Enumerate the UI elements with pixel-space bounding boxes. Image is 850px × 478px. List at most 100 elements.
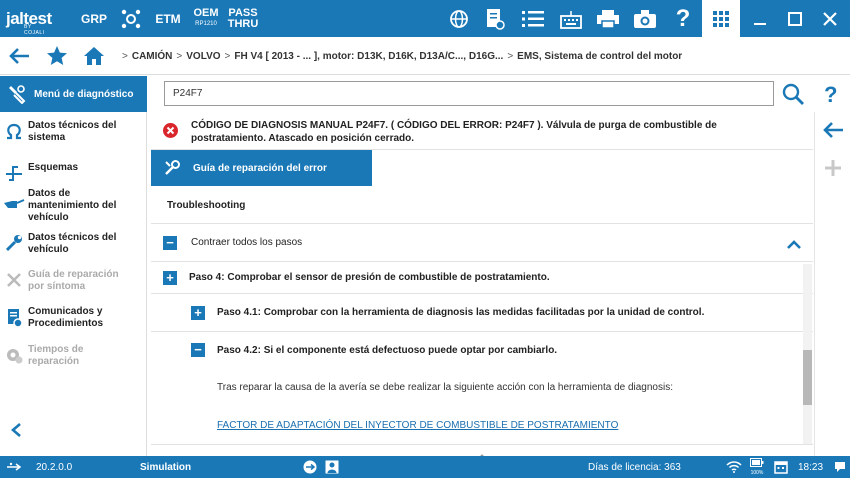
minimize-icon[interactable] (745, 0, 775, 37)
sidebar-item-communications[interactable]: Comunicados y Procedimientos (0, 306, 147, 330)
breadcrumb-item[interactable]: FH V4 [ 2013 - ... ], motor: D13K, D16K,… (234, 51, 503, 62)
step-4-row[interactable]: + Paso 4: Comprobar el sensor de presión… (151, 262, 813, 294)
step-4-2-body: Tras reparar la causa de la avería se de… (217, 382, 673, 393)
collapse-all-minus-icon[interactable]: − (163, 235, 177, 250)
teamviewer-icon[interactable] (303, 456, 317, 478)
battery-percent: 100% (750, 470, 764, 476)
wifi-icon (726, 456, 742, 478)
chevron-up-icon[interactable] (787, 236, 801, 254)
sidebar-item-repair-times[interactable]: Tiempos de reparación (0, 344, 147, 368)
top-toolbar: jaltest BY COJALI GRP ETM OEM RP1210 PAS… (0, 0, 850, 37)
pass-thru-button[interactable]: PASS THRU (227, 0, 259, 37)
oem-button[interactable]: OEM RP1210 (190, 0, 222, 37)
oem-sublabel: RP1210 (195, 20, 217, 27)
list-icon[interactable] (518, 0, 548, 37)
apps-grid-icon[interactable] (702, 0, 740, 37)
step-4-2-row[interactable]: − Paso 4.2: Si el componente está defect… (151, 332, 813, 368)
battery-icon (750, 458, 764, 470)
error-code-row: CÓDIGO DE DIAGNOSIS MANUAL P24F7. ( CÓDI… (151, 112, 813, 150)
diagnostic-menu-icon (0, 84, 34, 104)
camera-icon[interactable] (630, 0, 660, 37)
collapse-all-row[interactable]: − Contraer todos los pasos (151, 224, 813, 262)
oem-label: OEM (193, 6, 219, 19)
back-arrow-icon[interactable] (4, 41, 34, 71)
sidebar-item-diagnostic-menu[interactable]: Menú de diagnóstico (0, 76, 147, 112)
expand-step-plus-icon[interactable]: + (163, 270, 177, 285)
collapse-sidebar-icon[interactable] (10, 422, 22, 443)
sidebar-item-label: Esquemas (28, 162, 79, 173)
right-action-column (814, 112, 850, 456)
collapse-all-label: Contraer todos los pasos (191, 237, 303, 248)
content-divider (151, 444, 813, 445)
documents-icon (0, 306, 28, 328)
help-icon[interactable]: ? (668, 0, 698, 37)
home-icon[interactable] (79, 41, 109, 71)
breadcrumb: > CAMIÓN > VOLVO > FH V4 [ 2013 - ... ],… (118, 37, 682, 75)
adaptation-factor-link[interactable]: FACTOR DE ADAPTACIÓN DEL INYECTOR DE COM… (217, 420, 618, 431)
sidebar-item-label: Datos de mantenimiento del vehículo (28, 188, 117, 223)
usb-icon (6, 456, 22, 478)
globe-icon[interactable] (444, 0, 474, 37)
report-icon[interactable] (480, 0, 510, 37)
sidebar-item-vehicle-tech-data[interactable]: Datos técnicos del vehículo (0, 232, 147, 256)
omega-icon (0, 120, 28, 140)
sidebar-item-label: Datos técnicos del sistema (28, 120, 117, 143)
printer-icon[interactable] (593, 0, 623, 37)
sidebar-active-label: Menú de diagnóstico (34, 88, 134, 100)
error-repair-guide-label: Guía de reparación del error (193, 162, 327, 174)
sidebar-item-label: Guía de reparación por síntoma (28, 269, 119, 292)
step-4-2-title: Paso 4.2: Si el componente está defectuo… (217, 344, 558, 356)
clock-time: 18:23 (798, 461, 824, 473)
pass-label: PASS (228, 6, 258, 19)
scroll-more-chevron-icon[interactable] (477, 447, 487, 456)
breadcrumb-item[interactable]: CAMIÓN (132, 51, 173, 62)
main-content: CÓDIGO DE DIAGNOSIS MANUAL P24F7. ( CÓDI… (151, 112, 813, 456)
breadcrumb-separator: > (224, 50, 231, 62)
sidebar-item-system-tech-data[interactable]: Datos técnicos del sistema (0, 120, 147, 144)
breadcrumb-separator: > (176, 50, 183, 62)
scrollbar-thumb[interactable] (803, 350, 812, 405)
thru-label: THRU (227, 17, 259, 30)
close-icon[interactable] (815, 0, 845, 37)
schematic-icon (0, 162, 28, 182)
sidebar-item-label: Tiempos de reparación (28, 344, 84, 367)
search-input[interactable]: P24F7 (164, 81, 774, 106)
sidebar-item-schematics[interactable]: Esquemas (0, 162, 147, 182)
step-4-1-row[interactable]: + Paso 4.1: Comprobar con la herramienta… (151, 294, 813, 332)
breadcrumb-item[interactable]: EMS, Sistema de control del motor (517, 51, 682, 62)
maximize-icon[interactable] (780, 0, 810, 37)
user-icon[interactable] (325, 456, 339, 478)
sidebar-item-label: Comunicados y Procedimientos (28, 306, 104, 329)
notification-icon[interactable] (834, 456, 846, 478)
grp-button[interactable]: GRP (80, 0, 108, 37)
help-question-icon[interactable]: ? (824, 82, 837, 108)
error-repair-guide-button[interactable]: Guía de reparación del error (151, 150, 372, 186)
wrench-icon (0, 232, 28, 252)
back-arrow-icon[interactable] (822, 121, 844, 144)
troubleshooting-header: Troubleshooting (151, 187, 813, 224)
sidebar-item-maintenance-data[interactable]: Datos de mantenimiento del vehículo (0, 188, 147, 224)
calendar-icon (774, 456, 788, 478)
jaltest-logo: jaltest BY COJALI (6, 0, 52, 37)
etm-button[interactable]: ETM (154, 0, 182, 37)
favorite-star-icon[interactable] (42, 41, 72, 71)
add-plus-icon[interactable] (824, 159, 842, 182)
keyboard-icon[interactable] (556, 0, 586, 37)
version-label: 20.2.0.0 (36, 461, 73, 473)
step-4-1-title: Paso 4.1: Comprobar con la herramienta d… (217, 307, 705, 318)
sidebar-item-symptom-repair-guide[interactable]: Guía de reparación por síntoma (0, 269, 147, 293)
troubleshooting-title: Troubleshooting (167, 199, 246, 211)
search-icon[interactable] (782, 83, 804, 110)
sidebar: Menú de diagnóstico Datos técnicos del s… (0, 76, 147, 456)
network-icon[interactable] (116, 0, 146, 37)
gear-clock-icon (0, 344, 28, 364)
collapse-step-minus-icon[interactable]: − (191, 343, 205, 357)
error-icon (163, 123, 178, 143)
tools-icon (151, 160, 193, 176)
expand-step-plus-icon[interactable]: + (191, 305, 205, 320)
error-description: CÓDIGO DE DIAGNOSIS MANUAL P24F7. ( CÓDI… (191, 120, 717, 144)
repair-tools-icon (0, 269, 28, 289)
status-bar: 20.2.0.0 Simulation Días de licencia: 36… (0, 456, 850, 478)
breadcrumb-item[interactable]: VOLVO (186, 51, 220, 62)
sidebar-item-label: Datos técnicos del vehículo (28, 232, 117, 255)
